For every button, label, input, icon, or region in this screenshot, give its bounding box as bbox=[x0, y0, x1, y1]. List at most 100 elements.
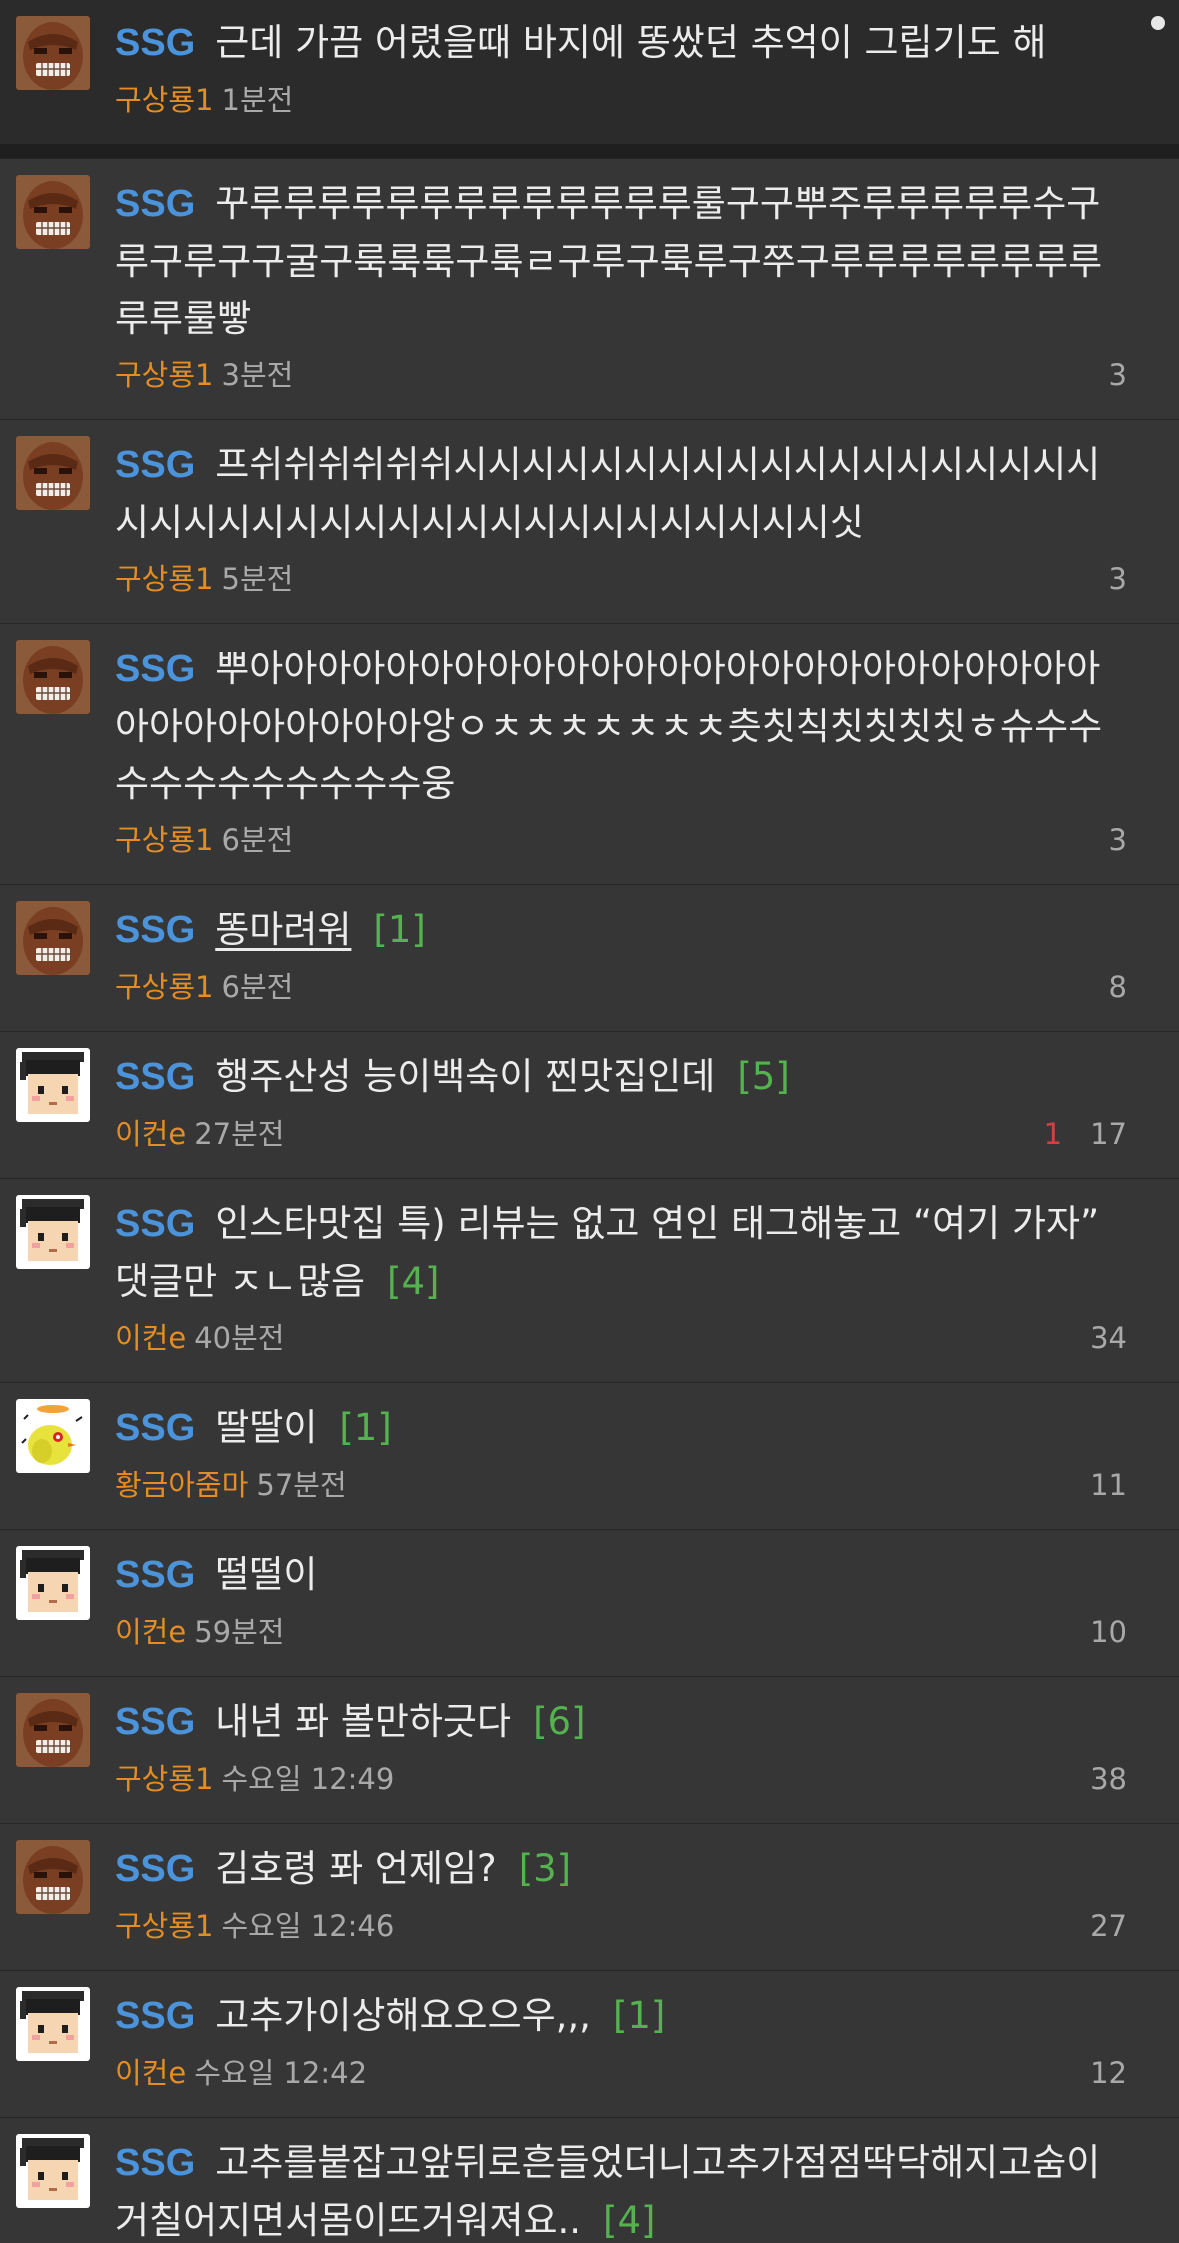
angry-face-avatar[interactable] bbox=[16, 16, 90, 90]
graduate-avatar[interactable] bbox=[16, 1987, 90, 2061]
post-item[interactable]: SSG 꾸루루루루루루루루루루루루루룰구구뿌주루루루루루수구루구루구구굴구룩룩룩구… bbox=[0, 158, 1179, 419]
author-name[interactable]: 황금아줌마 bbox=[115, 1468, 248, 1502]
yellow-bird-avatar[interactable] bbox=[16, 1399, 90, 1473]
post-item[interactable]: SSG 딸딸이 [1] 황금아줌마 57분전 11 bbox=[0, 1382, 1179, 1529]
board-tag: SSG bbox=[115, 1554, 196, 1596]
comment-count: [6] bbox=[533, 1700, 586, 1743]
post-title[interactable]: 딸딸이 bbox=[215, 1406, 317, 1449]
post-title-line[interactable]: SSG 뿌아아아아아아아아아아아아아아아아아아아아아아아아아아아아아아아아아아앙ㅇ… bbox=[115, 640, 1127, 812]
post-time: 40분전 bbox=[194, 1321, 285, 1355]
author-name[interactable]: 이컨e bbox=[115, 1615, 186, 1649]
author-name[interactable]: 구상룡1 bbox=[115, 823, 214, 857]
post-title-line[interactable]: SSG 근데 가끔 어렸을때 바지에 똥쌌던 추억이 그립기도 해 bbox=[115, 14, 1127, 72]
angry-face-avatar[interactable] bbox=[16, 901, 90, 975]
author-name[interactable]: 이컨e bbox=[115, 1321, 186, 1355]
graduate-avatar[interactable] bbox=[16, 1048, 90, 1122]
post-time: 27분전 bbox=[194, 1117, 285, 1151]
post-title-line[interactable]: SSG 떨떨이 bbox=[115, 1546, 1127, 1604]
post-title[interactable]: 행주산성 능이백숙이 찐맛집인데 bbox=[215, 1055, 715, 1098]
post-counts: 34 bbox=[1090, 1310, 1127, 1366]
post-meta: 구상룡1 5분전 3 bbox=[115, 551, 1127, 607]
board-tag: SSG bbox=[115, 1203, 196, 1245]
angry-face-avatar[interactable] bbox=[16, 175, 90, 249]
post-title[interactable]: 떨떨이 bbox=[215, 1553, 317, 1596]
angry-face-avatar[interactable] bbox=[16, 640, 90, 714]
post-counts: 3 bbox=[1109, 812, 1127, 868]
post-item[interactable]: SSG 프쉬쉬쉬쉬쉬쉬시시시시시시시시시시시시시시시시시시시시시시시시시시시시시시… bbox=[0, 419, 1179, 623]
comment-count: [1] bbox=[373, 908, 426, 951]
view-count: 3 bbox=[1108, 562, 1127, 596]
post-counts: 1 17 bbox=[1044, 1106, 1127, 1162]
post-item[interactable]: SSG 김호령 퐈 언제임? [3] 구상룡1 수요일 12:46 27 bbox=[0, 1823, 1179, 1970]
post-title[interactable]: 인스타맛집 특) 리뷰는 없고 연인 태그해놓고 “여기 가자” 댓글만 ㅈㄴ많… bbox=[115, 1202, 1099, 1303]
post-item[interactable]: SSG 근데 가끔 어렸을때 바지에 똥쌌던 추억이 그립기도 해 구상룡1 1분전 bbox=[0, 0, 1179, 158]
post-title[interactable]: 내년 퐈 볼만하긋다 bbox=[215, 1700, 511, 1743]
post-title-line[interactable]: SSG 고추를붙잡고앞뒤로흔들었더니고추가점점딱닥해지고숨이거칠어지면서몸이뜨거워… bbox=[115, 2134, 1127, 2243]
post-item[interactable]: SSG 똥마려워 [1] 구상룡1 6분전 8 bbox=[0, 884, 1179, 1031]
post-counts: 27 bbox=[1090, 1898, 1127, 1954]
post-title[interactable]: 고추가이상해요오으우,,, bbox=[215, 1994, 591, 2037]
author-name[interactable]: 구상룡1 bbox=[115, 83, 214, 117]
board-tag: SSG bbox=[115, 648, 196, 690]
board-tag: SSG bbox=[115, 1056, 196, 1098]
post-time: 6분전 bbox=[221, 823, 294, 857]
comment-count: [1] bbox=[339, 1406, 392, 1449]
board-tag: SSG bbox=[115, 1848, 196, 1890]
post-title-line[interactable]: SSG 꾸루루루루루루루루루루루루루룰구구뿌주루루루루루수구루구루구구굴구룩룩룩구… bbox=[115, 175, 1127, 347]
view-count: 38 bbox=[1090, 1762, 1127, 1796]
view-count: 27 bbox=[1090, 1909, 1127, 1943]
post-title[interactable]: 김호령 퐈 언제임? bbox=[215, 1847, 496, 1890]
post-item[interactable]: SSG 뿌아아아아아아아아아아아아아아아아아아아아아아아아아아아아아아아아아아앙ㅇ… bbox=[0, 623, 1179, 884]
author-name[interactable]: 구상룡1 bbox=[115, 562, 214, 596]
board-tag: SSG bbox=[115, 2142, 196, 2184]
post-item[interactable]: SSG 내년 퐈 볼만하긋다 [6] 구상룡1 수요일 12:49 38 bbox=[0, 1676, 1179, 1823]
angry-face-avatar[interactable] bbox=[16, 1693, 90, 1767]
post-meta: 황금아줌마 57분전 11 bbox=[115, 1457, 1127, 1513]
author-name[interactable]: 구상룡1 bbox=[115, 970, 214, 1004]
view-count: 8 bbox=[1108, 970, 1127, 1004]
comment-count: [3] bbox=[518, 1847, 572, 1890]
post-title[interactable]: 뿌아아아아아아아아아아아아아아아아아아아아아아아아아아아아아아아아아아앙ㅇㅊㅊㅊ… bbox=[115, 647, 1102, 805]
post-time: 59분전 bbox=[194, 1615, 285, 1649]
board-tag: SSG bbox=[115, 909, 196, 951]
post-title-line[interactable]: SSG 행주산성 능이백숙이 찐맛집인데 [5] bbox=[115, 1048, 1127, 1106]
post-title[interactable]: 프쉬쉬쉬쉬쉬쉬시시시시시시시시시시시시시시시시시시시시시시시시시시시시시시시시시… bbox=[115, 443, 1100, 544]
post-item[interactable]: SSG 행주산성 능이백숙이 찐맛집인데 [5] 이컨e 27분전 1 17 bbox=[0, 1031, 1179, 1178]
angry-face-avatar[interactable] bbox=[16, 436, 90, 510]
author-name[interactable]: 이컨e bbox=[115, 1117, 186, 1151]
post-title[interactable]: 똥마려워 bbox=[215, 908, 351, 951]
graduate-avatar[interactable] bbox=[16, 1546, 90, 1620]
post-title-line[interactable]: SSG 프쉬쉬쉬쉬쉬쉬시시시시시시시시시시시시시시시시시시시시시시시시시시시시시시… bbox=[115, 436, 1127, 551]
post-counts: 8 bbox=[1109, 959, 1127, 1015]
post-title[interactable]: 꾸루루루루루루루루루루루루루룰구구뿌주루루루루루수구루구루구구굴구룩룩룩구룩ㄹ구… bbox=[115, 182, 1102, 340]
post-counts: 3 bbox=[1109, 551, 1127, 607]
post-title-line[interactable]: SSG 인스타맛집 특) 리뷰는 없고 연인 태그해놓고 “여기 가자” 댓글만 … bbox=[115, 1195, 1127, 1310]
angry-face-avatar[interactable] bbox=[16, 1840, 90, 1914]
graduate-avatar[interactable] bbox=[16, 2134, 90, 2208]
post-meta: 구상룡1 3분전 3 bbox=[115, 347, 1127, 403]
post-item[interactable]: SSG 인스타맛집 특) 리뷰는 없고 연인 태그해놓고 “여기 가자” 댓글만 … bbox=[0, 1178, 1179, 1382]
post-item[interactable]: SSG 고추를붙잡고앞뒤로흔들었더니고추가점점딱닥해지고숨이거칠어지면서몸이뜨거워… bbox=[0, 2117, 1179, 2243]
post-meta: 이컨e 59분전 10 bbox=[115, 1604, 1127, 1660]
post-meta: 구상룡1 수요일 12:49 38 bbox=[115, 1751, 1127, 1807]
post-title-line[interactable]: SSG 김호령 퐈 언제임? [3] bbox=[115, 1840, 1127, 1898]
board-tag: SSG bbox=[115, 1407, 196, 1449]
post-title-line[interactable]: SSG 딸딸이 [1] bbox=[115, 1399, 1127, 1457]
post-title-line[interactable]: SSG 고추가이상해요오으우,,, [1] bbox=[115, 1987, 1127, 2045]
post-item[interactable]: SSG 떨떨이이컨e 59분전 10 bbox=[0, 1529, 1179, 1676]
post-title-line[interactable]: SSG 내년 퐈 볼만하긋다 [6] bbox=[115, 1693, 1127, 1751]
post-item[interactable]: SSG 고추가이상해요오으우,,, [1] 이컨e 수요일 12:42 12 bbox=[0, 1970, 1179, 2117]
author-name[interactable]: 구상룡1 bbox=[115, 358, 214, 392]
view-count: 3 bbox=[1108, 823, 1127, 857]
view-count: 11 bbox=[1090, 1468, 1127, 1502]
author-name[interactable]: 구상룡1 bbox=[115, 1762, 214, 1796]
graduate-avatar[interactable] bbox=[16, 1195, 90, 1269]
post-title-line[interactable]: SSG 똥마려워 [1] bbox=[115, 901, 1127, 959]
post-time: 5분전 bbox=[221, 562, 294, 596]
author-name[interactable]: 이컨e bbox=[115, 2056, 186, 2090]
author-name[interactable]: 구상룡1 bbox=[115, 1909, 214, 1943]
unread-dot-icon bbox=[1151, 16, 1165, 30]
post-meta: 이컨e 27분전 1 17 bbox=[115, 1106, 1127, 1162]
post-title[interactable]: 근데 가끔 어렸을때 바지에 똥쌌던 추억이 그립기도 해 bbox=[215, 21, 1046, 64]
post-meta: 구상룡1 수요일 12:46 27 bbox=[115, 1898, 1127, 1954]
